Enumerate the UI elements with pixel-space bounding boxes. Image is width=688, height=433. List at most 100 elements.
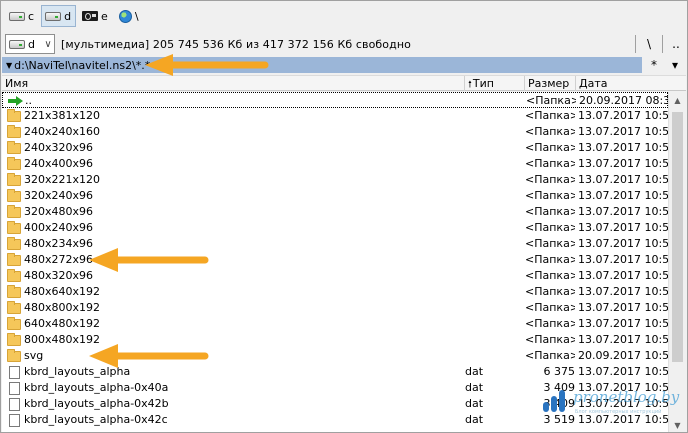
file-date: 13.07.2017 10:52 [578, 141, 668, 154]
file-date: 13.07.2017 10:52 [578, 285, 668, 298]
history-button[interactable]: ▾ [665, 56, 685, 74]
row-icon-cell [7, 252, 23, 268]
drive-select[interactable]: d ∨ [5, 34, 55, 54]
row-icon-cell [7, 348, 23, 364]
file-name: 480x800x192 [24, 301, 101, 314]
file-date: 13.07.2017 10:52 [578, 269, 668, 282]
file-ext: dat [465, 381, 484, 394]
file-size: <Папка> [525, 109, 575, 122]
row-icon-cell [7, 332, 23, 348]
column-type[interactable]: 🠕Тип [465, 76, 525, 91]
file-date: 13.07.2017 10:52 [578, 205, 668, 218]
file-ext [465, 140, 525, 156]
root-dir-button[interactable]: \ [639, 34, 659, 54]
column-date[interactable]: Дата [576, 76, 686, 91]
folder-row[interactable]: 221x381x120 <Папка> 13.07.2017 10:52 [2, 108, 668, 124]
drive-button-network[interactable]: \ [115, 5, 144, 27]
column-name[interactable]: Имя [2, 76, 465, 91]
file-size: <Папка> [525, 141, 575, 154]
file-size: <Папка> [525, 301, 575, 314]
row-icon-cell [7, 220, 23, 236]
file-name: .. [25, 94, 32, 107]
watermark-tagline: Блог компьютерных инструкций [575, 409, 662, 415]
file-name: 400x240x96 [24, 221, 94, 234]
file-size: <Папка> [525, 205, 575, 218]
folder-row[interactable]: 240x240x160 <Папка> 13.07.2017 10:52 [2, 124, 668, 140]
parent-dir-arrow-icon [8, 96, 23, 106]
folder-row[interactable]: 320x480x96 <Папка> 13.07.2017 10:52 [2, 204, 668, 220]
row-icon-cell [7, 412, 23, 428]
row-icon-cell [7, 156, 23, 172]
file-name: kbrd_layouts_alpha-0x40a [24, 381, 169, 394]
file-ext [465, 156, 525, 172]
file-size: 6 375 [543, 365, 576, 378]
file-ext [466, 93, 526, 109]
drive-bar: c d e \ [2, 3, 686, 29]
vertical-scrollbar[interactable]: ▲ ▼ [668, 92, 686, 432]
file-name: 320x240x96 [24, 189, 94, 202]
column-type-label: Тип [472, 77, 494, 90]
parent-dir-button[interactable]: .. [666, 34, 686, 54]
row-icon-cell [7, 268, 23, 284]
file-manager-window: c d e \ d ∨ [мультимедиа] 205 745 536 Кб… [0, 0, 688, 433]
file-date: 13.07.2017 10:52 [578, 109, 668, 122]
file-size: <Папка> [525, 317, 575, 330]
file-name: 240x240x160 [24, 125, 101, 138]
folder-row[interactable]: 320x240x96 <Папка> 13.07.2017 10:52 [2, 188, 668, 204]
filter-button[interactable]: * [644, 56, 664, 74]
row-icon-cell [7, 140, 23, 156]
file-size: <Папка> [525, 269, 575, 282]
divider [662, 35, 663, 53]
drive-label: e [101, 9, 108, 23]
scroll-up-button[interactable]: ▲ [669, 92, 686, 109]
file-date: 20.09.2017 10:50 [578, 349, 668, 362]
folder-icon [7, 173, 21, 186]
file-ext [465, 252, 525, 268]
row-icon-cell [7, 284, 23, 300]
folder-row[interactable]: 480x640x192 <Папка> 13.07.2017 10:52 [2, 284, 668, 300]
file-ext [465, 300, 525, 316]
drive-button-d[interactable]: d [41, 5, 77, 27]
file-ext [465, 284, 525, 300]
drive-button-c[interactable]: c [5, 5, 39, 27]
folder-icon [7, 349, 21, 362]
file-ext [465, 124, 525, 140]
file-ext [465, 332, 525, 348]
drive-icon [9, 39, 25, 49]
drive-button-e[interactable]: e [78, 5, 113, 27]
folder-row[interactable]: 320x221x120 <Папка> 13.07.2017 10:52 [2, 172, 668, 188]
current-path-bar[interactable]: ▼ d:\NaviTel\navitel.ns2\*.* [2, 57, 642, 73]
parent-dir-row[interactable]: .. <Папка> 20.09.2017 08:33 [2, 92, 669, 109]
file-ext [465, 236, 525, 252]
row-icon-cell [7, 364, 23, 380]
file-icon [9, 413, 20, 427]
file-date: 13.07.2017 10:52 [578, 301, 668, 314]
row-icon-cell [7, 396, 23, 412]
folder-icon [7, 109, 21, 122]
file-size: <Папка> [525, 253, 575, 266]
file-name: 320x480x96 [24, 205, 94, 218]
watermark-logo-bar [543, 402, 549, 412]
file-date: 13.07.2017 10:52 [578, 333, 668, 346]
folder-row[interactable]: 640x480x192 <Папка> 13.07.2017 10:52 [2, 316, 668, 332]
folder-icon [7, 205, 21, 218]
file-date: 13.07.2017 10:52 [578, 253, 668, 266]
folder-icon [7, 125, 21, 138]
site-watermark: pronetblog.by Блог компьютерных инструкц… [539, 384, 684, 426]
scroll-thumb[interactable] [672, 112, 683, 362]
folder-row[interactable]: 240x400x96 <Папка> 13.07.2017 10:52 [2, 156, 668, 172]
file-size: <Папка> [526, 94, 576, 107]
watermark-logo-bar [551, 396, 557, 412]
folder-icon [7, 237, 21, 250]
folder-icon [7, 269, 21, 282]
folder-row[interactable]: 400x240x96 <Папка> 13.07.2017 10:52 [2, 220, 668, 236]
annotation-arrow-svg [89, 344, 209, 368]
folder-row[interactable]: 480x800x192 <Папка> 13.07.2017 10:52 [2, 300, 668, 316]
row-icon-cell [7, 380, 23, 396]
file-name: 480x640x192 [24, 285, 101, 298]
column-size[interactable]: Размер [525, 76, 576, 91]
row-icon-cell [7, 316, 23, 332]
folder-row[interactable]: 240x320x96 <Папка> 13.07.2017 10:52 [2, 140, 668, 156]
file-ext: dat [465, 413, 484, 426]
file-date: 13.07.2017 10:52 [578, 237, 668, 250]
